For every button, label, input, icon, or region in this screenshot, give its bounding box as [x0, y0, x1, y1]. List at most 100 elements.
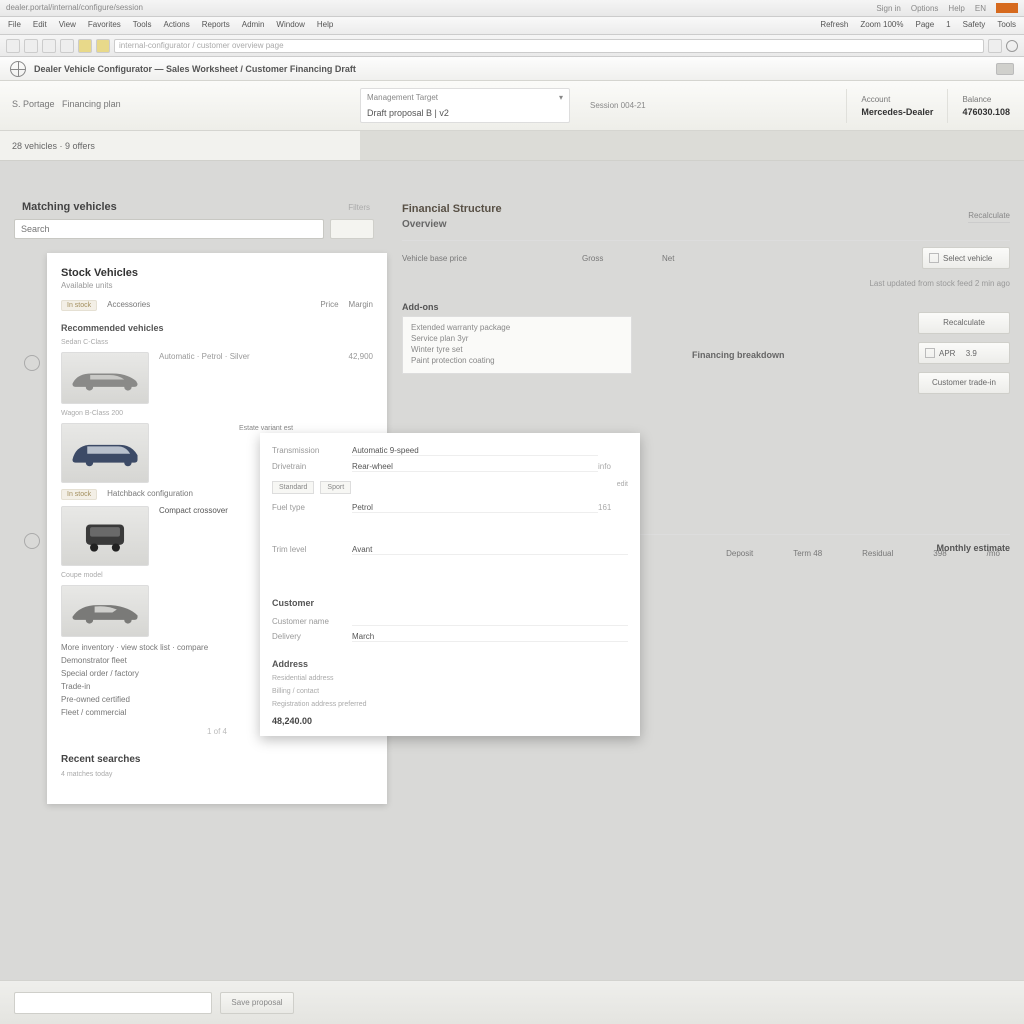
menu-admin[interactable]: Admin	[242, 20, 265, 31]
bottom-input[interactable]	[14, 992, 212, 1014]
nav-home-icon[interactable]	[60, 39, 74, 53]
subnav-strip: 28 vehicles · 9 offers	[0, 131, 1024, 161]
veh1-price: 42,900	[349, 352, 373, 361]
checkbox-icon-2	[925, 348, 935, 358]
select-vehicle-button[interactable]: Select vehicle	[922, 247, 1010, 269]
menu-page[interactable]: Page	[915, 20, 934, 31]
total-term: Term 48	[793, 549, 822, 558]
apr-value: 3.9	[966, 349, 977, 358]
address-bar[interactable]: internal-configurator / customer overvie…	[114, 39, 984, 53]
menu-reports[interactable]: Reports	[202, 20, 230, 31]
checkbox-icon	[929, 253, 939, 263]
ctx-block-balance: Balance 476030.108	[947, 89, 1024, 123]
menu-edit[interactable]: Edit	[33, 20, 47, 31]
left-panel-title: Matching vehicles	[22, 201, 117, 213]
browser-titlebar: dealer.portal/internal/configure/session…	[0, 0, 1024, 17]
action-tradein[interactable]: Customer trade-in	[918, 372, 1010, 394]
detail-col1: Vehicle base price	[402, 254, 562, 263]
menu-zoom[interactable]: Zoom 100%	[860, 20, 903, 31]
spec-popover: TransmissionAutomatic 9-speed Drivetrain…	[260, 433, 640, 736]
vehicle-thumb-wagon	[61, 423, 149, 483]
pop-trim-v[interactable]: Avant	[352, 545, 628, 555]
pop-v-0[interactable]: Automatic 9-speed	[352, 446, 598, 456]
detail-col2: Gross	[582, 254, 642, 263]
pop-v-3[interactable]: Petrol	[352, 503, 598, 513]
ctx-card-label: Management Target	[367, 93, 438, 102]
total-header: Monthly estimate	[936, 543, 1010, 553]
ctx-balance-value: 476030.108	[962, 107, 1010, 117]
header-action-chip[interactable]	[996, 63, 1014, 75]
pop-k-3: Fuel type	[272, 503, 352, 513]
chrome-link-lang[interactable]: EN	[975, 4, 986, 13]
ctx-account-value: Mercedes-Dealer	[861, 107, 933, 117]
menu-file[interactable]: File	[8, 20, 21, 31]
menu-actions[interactable]: Actions	[163, 20, 189, 31]
pop-e-edit[interactable]: edit	[617, 481, 628, 494]
pop-tab-standard[interactable]: Standard	[272, 481, 314, 494]
addon-0[interactable]: Extended warranty package	[411, 323, 623, 332]
menu-help[interactable]: Help	[317, 20, 333, 31]
detail-recalc-link[interactable]: Recalculate	[968, 211, 1010, 223]
addon-3[interactable]: Paint protection coating	[411, 356, 623, 365]
pop-cust-k: Customer name	[272, 617, 352, 626]
pop-k-0: Transmission	[272, 446, 352, 456]
ctx-session: Session 004-21	[570, 101, 846, 110]
ctx-balance-label: Balance	[962, 95, 1010, 104]
chrome-link-help[interactable]: Help	[948, 4, 964, 13]
ctx-crumb-plan[interactable]: Financing plan	[62, 99, 121, 109]
stock-card-title: Stock Vehicles	[61, 267, 373, 279]
filter-button[interactable]	[330, 219, 374, 239]
recent-searches-item[interactable]: 4 matches today	[61, 771, 373, 778]
pop-e-3: 161	[598, 503, 628, 513]
menu-tools[interactable]: Tools	[133, 20, 152, 31]
subnav-text: 28 vehicles · 9 offers	[12, 141, 95, 151]
nav-history-icon[interactable]	[96, 39, 110, 53]
pop-cust-v[interactable]	[352, 617, 628, 626]
brand-color-chip	[996, 3, 1018, 13]
pop-tab-sport[interactable]: Sport	[320, 481, 351, 494]
search-input[interactable]	[14, 219, 324, 239]
nav-fwd-icon[interactable]	[24, 39, 38, 53]
menu-tools2[interactable]: Tools	[997, 20, 1016, 31]
chrome-link-options[interactable]: Options	[911, 4, 939, 13]
pop-addr3[interactable]: Registration address preferred	[272, 701, 628, 708]
pop-addr1[interactable]: Residential address	[272, 675, 628, 682]
nav-stop-icon[interactable]	[42, 39, 56, 53]
detail-title: Financial Structure	[402, 203, 1010, 215]
addons-box: Extended warranty package Service plan 3…	[402, 316, 632, 374]
addon-1[interactable]: Service plan 3yr	[411, 334, 623, 343]
nav-go-icon[interactable]	[988, 39, 1002, 53]
ctx-crumb-cust[interactable]: S. Portage	[12, 99, 55, 109]
left-panel: Matching vehicles Filters	[14, 195, 374, 249]
stock-chip[interactable]: In stock	[61, 300, 97, 311]
nav-back-icon[interactable]	[6, 39, 20, 53]
pop-addr2[interactable]: Billing / contact	[272, 688, 628, 695]
save-proposal-button[interactable]: Save proposal	[220, 992, 294, 1014]
menu-favorites[interactable]: Favorites	[88, 20, 121, 31]
menu-window[interactable]: Window	[276, 20, 304, 31]
pop-v-1[interactable]: Rear-wheel	[352, 462, 598, 472]
chrome-link-signin[interactable]: Sign in	[876, 4, 900, 13]
menu-view[interactable]: View	[59, 20, 76, 31]
vehicle-row-1[interactable]: Automatic · Petrol · Silver42,900	[61, 352, 373, 404]
sidebar-jump-icon-2[interactable]	[24, 533, 40, 549]
sidebar-jump-icon-1[interactable]	[24, 355, 40, 371]
action-recalc[interactable]: Recalculate	[918, 312, 1010, 334]
menu-safety[interactable]: Safety	[963, 20, 986, 31]
left-panel-filter-link[interactable]: Filters	[348, 203, 370, 212]
pop-e-0	[598, 446, 628, 456]
browser-url-hint: dealer.portal/internal/configure/session	[6, 3, 143, 13]
addon-2[interactable]: Winter tyre set	[411, 345, 623, 354]
pop-sect-customer: Customer	[272, 598, 628, 608]
nav-fav-icon[interactable]	[78, 39, 92, 53]
stock-sect-recommended: Recommended vehicles	[61, 323, 373, 333]
pop-del-v[interactable]: March	[352, 632, 628, 642]
vehicle-thumb-coupe	[61, 585, 149, 637]
menu-refresh[interactable]: Refresh	[820, 20, 848, 31]
detail-note: Last updated from stock feed 2 min ago	[402, 275, 1010, 292]
pop-e-1[interactable]: info	[598, 462, 628, 472]
ctx-card[interactable]: Management Target▾ Draft proposal B | v2	[360, 88, 570, 123]
stock-cat[interactable]: Accessories	[107, 300, 150, 311]
app-header: Dealer Vehicle Configurator — Sales Work…	[0, 57, 1024, 81]
action-discount[interactable]: APR 3.9	[918, 342, 1010, 364]
